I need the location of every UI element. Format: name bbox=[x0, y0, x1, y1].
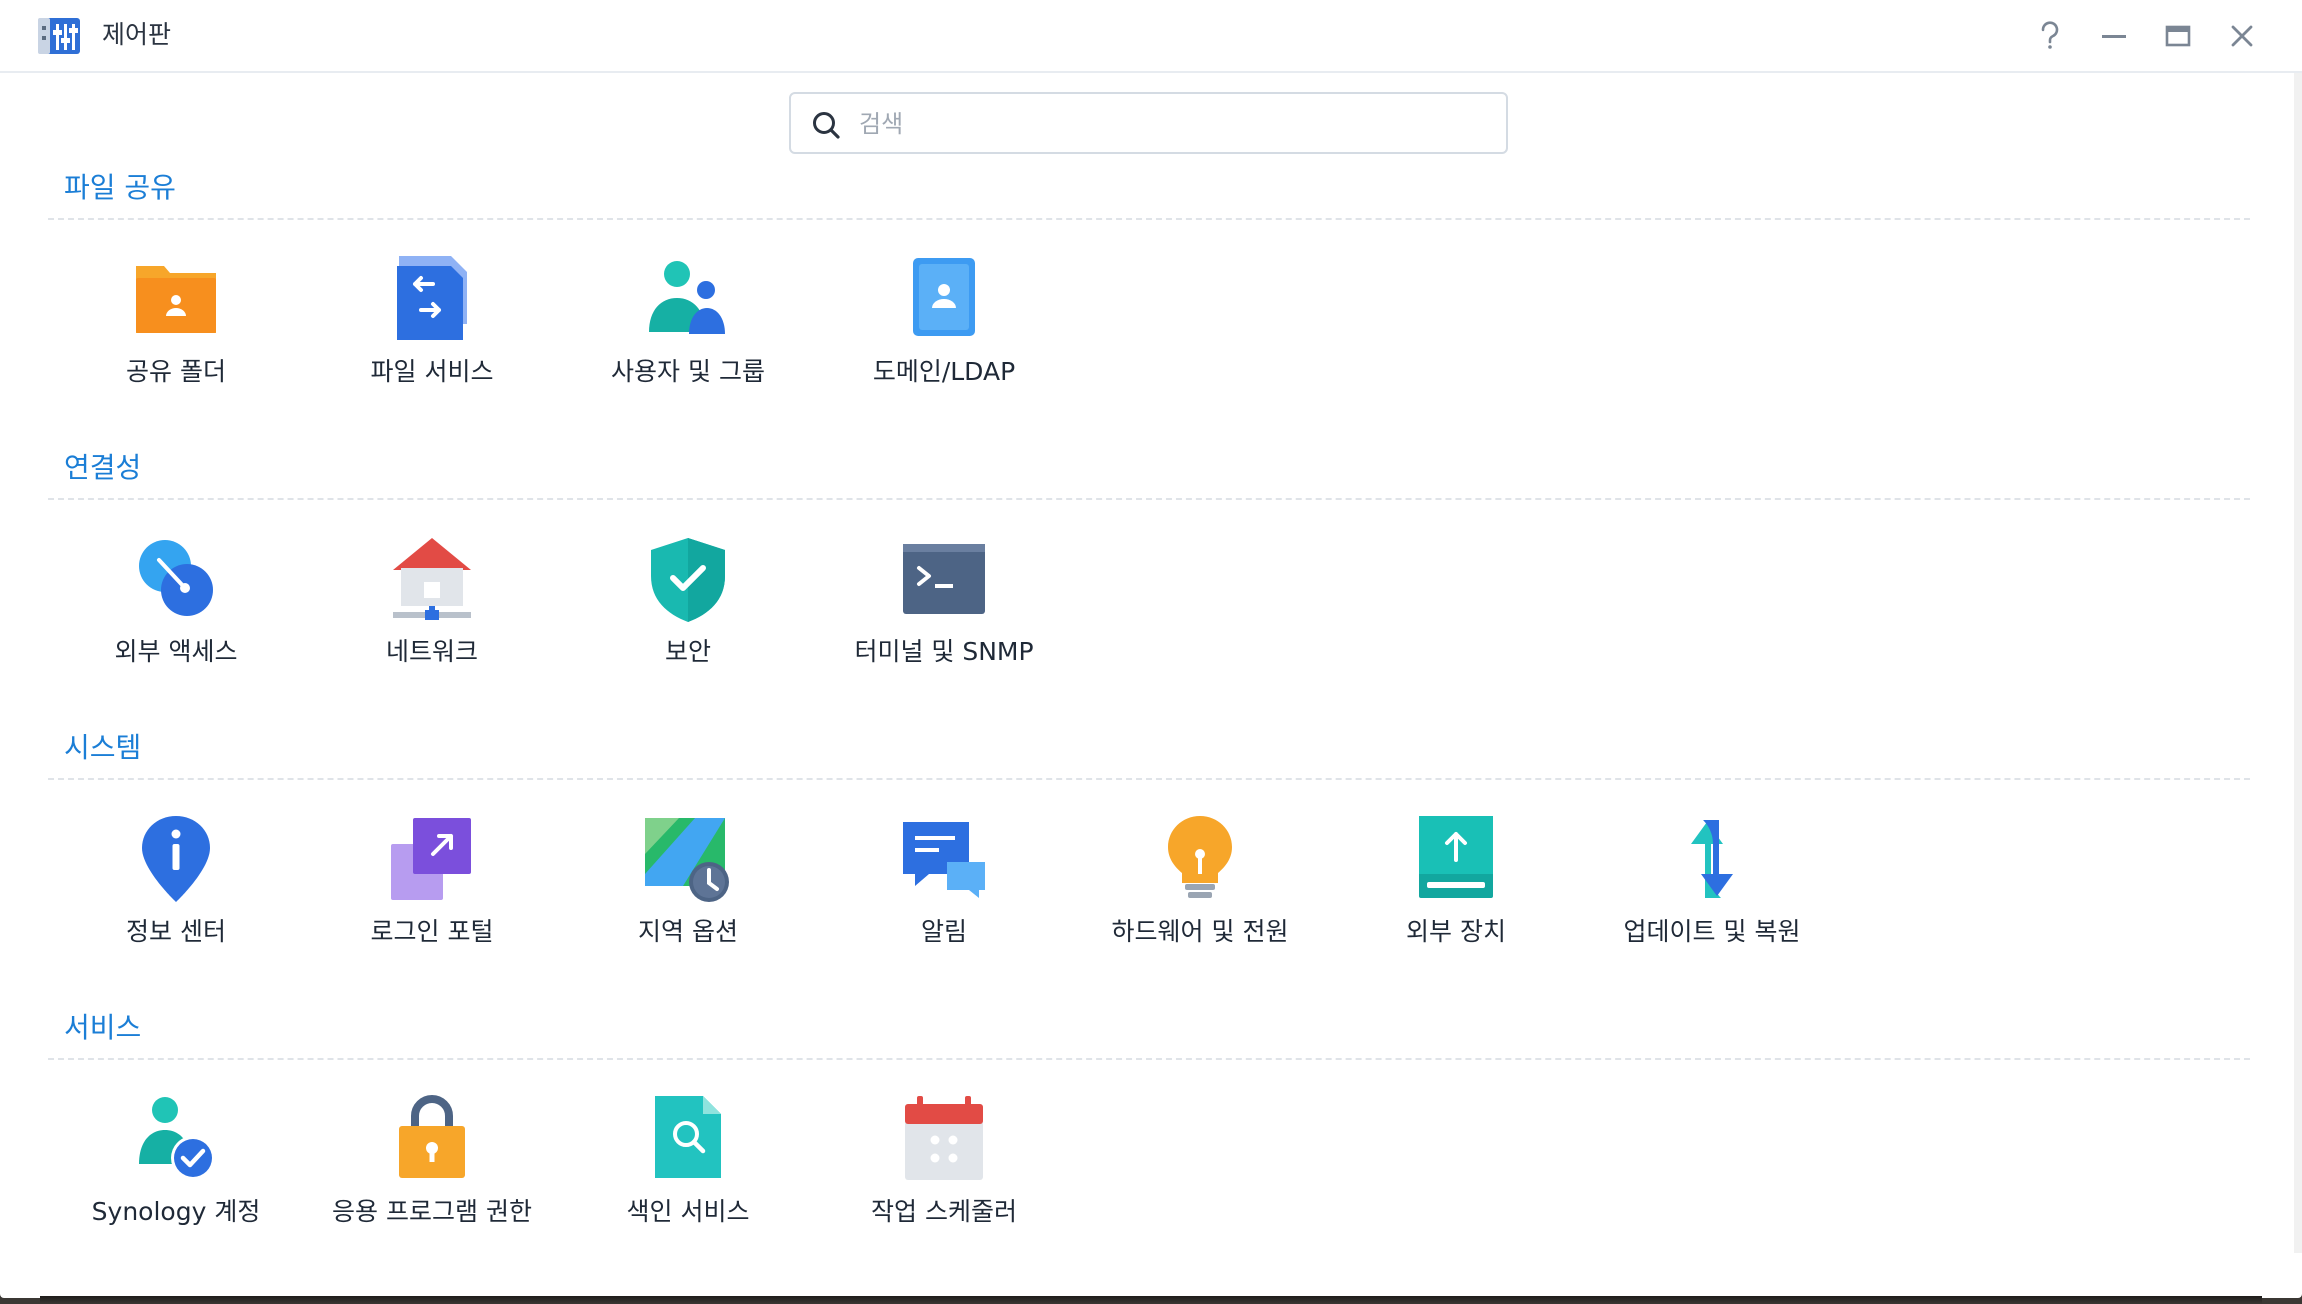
item-file-services[interactable]: 파일 서비스 bbox=[317, 254, 547, 424]
item-label: 로그인 포털 bbox=[370, 917, 494, 946]
item-label: 작업 스케줄러 bbox=[871, 1197, 1017, 1226]
scrollbar[interactable] bbox=[2294, 73, 2302, 1253]
shared-folder-icon bbox=[136, 266, 216, 333]
regional-options-icon bbox=[645, 818, 729, 902]
item-hardware-power[interactable]: 하드웨어 및 전원 bbox=[1085, 814, 1315, 984]
item-label: 업데이트 및 복원 bbox=[1623, 917, 1801, 946]
item-terminal-snmp[interactable]: 터미널 및 SNMP bbox=[829, 534, 1059, 704]
item-label: 도메인/LDAP bbox=[872, 357, 1016, 386]
item-label: 하드웨어 및 전원 bbox=[1111, 917, 1289, 946]
terminal-icon bbox=[903, 544, 985, 614]
section-title-connectivity: 연결성 bbox=[64, 451, 142, 484]
section-title-file-sharing: 파일 공유 bbox=[64, 171, 176, 204]
domain-ldap-icon bbox=[913, 258, 975, 336]
task-scheduler-icon bbox=[905, 1096, 983, 1180]
section-divider bbox=[48, 778, 2250, 780]
update-restore-icon bbox=[1691, 820, 1733, 898]
external-devices-icon bbox=[1419, 816, 1493, 898]
external-access-icon bbox=[139, 540, 213, 616]
item-label: 정보 센터 bbox=[126, 917, 226, 946]
help-icon[interactable] bbox=[2028, 14, 2072, 58]
section-divider bbox=[48, 498, 2250, 500]
item-network[interactable]: 네트워크 bbox=[317, 534, 547, 704]
security-shield-icon bbox=[651, 538, 725, 622]
file-services-icon bbox=[397, 256, 467, 340]
maximize-icon[interactable] bbox=[2156, 14, 2200, 58]
item-label: 색인 서비스 bbox=[626, 1197, 750, 1226]
item-label: Synology 계정 bbox=[91, 1197, 261, 1226]
item-label: 공유 폴더 bbox=[126, 357, 226, 386]
item-regional-options[interactable]: 지역 옵션 bbox=[573, 814, 803, 984]
item-label: 응용 프로그램 권한 bbox=[332, 1197, 532, 1226]
item-label: 터미널 및 SNMP bbox=[854, 637, 1034, 666]
desktop-background bbox=[40, 1296, 2262, 1304]
item-shared-folder[interactable]: 공유 폴더 bbox=[61, 254, 291, 424]
control-panel-app-icon bbox=[38, 18, 80, 54]
item-external-access[interactable]: 외부 액세스 bbox=[61, 534, 291, 704]
search-icon bbox=[813, 112, 840, 139]
search-input[interactable] bbox=[857, 102, 1481, 146]
item-label: 알림 bbox=[920, 917, 967, 946]
item-info-center[interactable]: 정보 센터 bbox=[61, 814, 291, 984]
item-label: 네트워크 bbox=[385, 637, 478, 666]
minimize-icon[interactable] bbox=[2092, 14, 2136, 58]
item-user-group[interactable]: 사용자 및 그룹 bbox=[573, 254, 803, 424]
control-panel-window: 제어판 파일 공유 공유 폴더 bbox=[0, 0, 2302, 1298]
login-portal-icon bbox=[391, 818, 471, 900]
hardware-power-icon bbox=[1168, 816, 1232, 898]
item-label: 사용자 및 그룹 bbox=[611, 357, 765, 386]
item-domain-ldap[interactable]: 도메인/LDAP bbox=[829, 254, 1059, 424]
info-center-icon bbox=[142, 816, 210, 902]
user-group-icon bbox=[649, 261, 725, 334]
item-external-devices[interactable]: 외부 장치 bbox=[1341, 814, 1571, 984]
synology-account-icon bbox=[139, 1097, 215, 1180]
section-title-system: 시스템 bbox=[64, 731, 142, 764]
item-task-scheduler[interactable]: 작업 스케줄러 bbox=[829, 1094, 1059, 1264]
search-box[interactable] bbox=[789, 92, 1508, 154]
indexing-service-icon bbox=[655, 1096, 721, 1178]
section-title-services: 서비스 bbox=[64, 1011, 142, 1044]
item-security[interactable]: 보안 bbox=[573, 534, 803, 704]
network-icon bbox=[393, 538, 471, 620]
title-bar[interactable]: 제어판 bbox=[0, 0, 2302, 73]
item-notification[interactable]: 알림 bbox=[829, 814, 1059, 984]
item-label: 파일 서비스 bbox=[370, 357, 494, 386]
item-app-privileges[interactable]: 응용 프로그램 권한 bbox=[317, 1094, 547, 1264]
item-synology-account[interactable]: Synology 계정 bbox=[61, 1094, 291, 1264]
item-indexing-service[interactable]: 색인 서비스 bbox=[573, 1094, 803, 1264]
section-divider bbox=[48, 218, 2250, 220]
item-update-restore[interactable]: 업데이트 및 복원 bbox=[1597, 814, 1827, 984]
app-privileges-icon bbox=[399, 1095, 465, 1178]
close-icon[interactable] bbox=[2220, 14, 2264, 58]
item-label: 외부 장치 bbox=[1406, 917, 1506, 946]
item-label: 외부 액세스 bbox=[114, 637, 238, 666]
section-divider bbox=[48, 1058, 2250, 1060]
item-label: 보안 bbox=[664, 637, 711, 666]
item-login-portal[interactable]: 로그인 포털 bbox=[317, 814, 547, 984]
item-label: 지역 옵션 bbox=[638, 917, 738, 946]
window-title: 제어판 bbox=[102, 20, 172, 49]
notification-icon bbox=[903, 822, 985, 898]
